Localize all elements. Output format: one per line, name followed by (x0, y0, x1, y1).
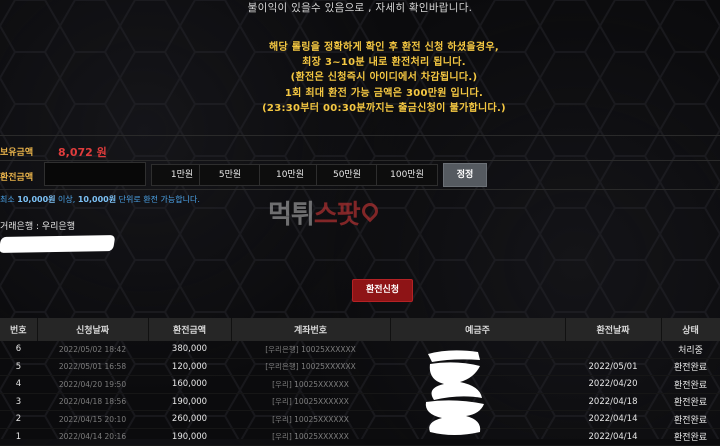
amount-100k-button[interactable]: 10만원 (259, 164, 321, 186)
hint-minimum: 10,000원 (17, 195, 56, 204)
row-amount: 190,000 (148, 393, 231, 411)
row-no: 2 (0, 410, 37, 429)
divider (0, 189, 720, 190)
balance-label: 보유금액 (0, 148, 34, 158)
row-status: 환전완료 (661, 410, 720, 429)
amount-50k-button[interactable]: 5만원 (199, 164, 261, 186)
minimum-hint: 최소 10,000원 이상, 10,000원 단위로 환전 가능합니다. (0, 194, 200, 205)
redaction-mask (0, 235, 116, 253)
row-processed-date: 2022/04/14 (565, 428, 661, 446)
table-row: 6 2022/05/02 18:42 380,000 [우리은행] 10025X… (0, 341, 720, 359)
row-account: [우리] 10025XXXXXX (231, 393, 390, 411)
table-row: 2 2022/04/15 20:10 260,000 [우리] 10025XXX… (0, 410, 720, 429)
col-account: 계좌번호 (231, 318, 391, 341)
hint-suffix: 단위로 환전 가능합니다. (116, 195, 200, 204)
row-account: [우리] 10025XXXXXX (231, 428, 390, 446)
row-date: 2022/05/01 16:58 (37, 358, 148, 376)
notice-line: (환전은 신청즉시 아이디에서 차감됩니다.) (290, 72, 478, 84)
notice-top-line: 불이익이 있을수 있음으로 , 자세히 확인바랍니다. (247, 2, 473, 14)
withdraw-amount-input[interactable] (44, 162, 146, 186)
row-no: 1 (0, 428, 37, 446)
watermark-part1: 먹튀 (268, 200, 315, 230)
table-row: 1 2022/04/14 20:16 190,000 [우리] 10025XXX… (0, 428, 720, 446)
notice-line: 해당 롤링을 정확하게 확인 후 환전 신청 하셨을경우, (268, 42, 500, 53)
amount-1m-button[interactable]: 100만원 (376, 164, 438, 186)
row-date: 2022/04/18 18:56 (37, 393, 148, 411)
row-processed-date: 2022/04/18 (565, 393, 661, 411)
watermark-logo: 먹튀스팟 (268, 194, 382, 231)
row-account: [우리은행] 10025XXXXXX (231, 341, 390, 359)
redaction-scribble (425, 350, 484, 435)
table-row: 5 2022/05/01 16:58 120,000 [우리은행] 10025X… (0, 358, 720, 376)
row-amount: 260,000 (148, 410, 231, 429)
hint-middle: 이상, (55, 195, 78, 204)
row-amount: 380,000 (148, 341, 231, 359)
watermark-part2: 스팟 (313, 200, 361, 230)
row-no: 4 (0, 375, 37, 394)
row-no: 6 (0, 341, 37, 359)
withdraw-history-table: 번호 신청날짜 환전금액 계좌번호 예금주 환전날짜 상태 6 2022/05/… (0, 318, 720, 446)
row-processed-date (565, 341, 661, 359)
amount-500k-button[interactable]: 50만원 (316, 164, 378, 186)
reset-button[interactable]: 정정 (443, 163, 487, 187)
row-date: 2022/04/15 20:10 (37, 410, 148, 429)
table-header-row: 번호 신청날짜 환전금액 계좌번호 예금주 환전날짜 상태 (0, 318, 720, 341)
row-amount: 120,000 (148, 358, 231, 376)
row-date: 2022/05/02 18:42 (37, 341, 148, 359)
col-holder: 예금주 (390, 318, 566, 341)
row-processed-date: 2022/05/01 (565, 358, 661, 376)
row-account: [우리] 10025XXXXXX (231, 410, 390, 429)
row-processed-date: 2022/04/20 (565, 375, 661, 394)
col-amount: 환전금액 (148, 318, 232, 341)
row-status: 환전완료 (661, 393, 720, 411)
notice-line: (23:30부터 00:30분까지는 출금신청이 불가합니다.) (262, 102, 506, 114)
row-amount: 160,000 (148, 375, 231, 394)
divider (0, 160, 720, 161)
row-status: 처리중 (661, 341, 720, 359)
row-status: 환전완료 (661, 358, 720, 376)
hint-unit: 10,000원 (77, 195, 117, 204)
table-row: 4 2022/04/20 19:50 160,000 [우리] 10025XXX… (0, 375, 720, 394)
map-pin-icon (358, 199, 382, 223)
hint-prefix: 최소 (0, 195, 18, 204)
notice-block: 해당 롤링을 정확하게 확인 후 환전 신청 하셨을경우, 최장 3~10분 내… (0, 40, 720, 116)
row-no: 3 (0, 393, 37, 411)
row-date: 2022/04/14 20:16 (37, 428, 148, 446)
col-processed-date: 환전날짜 (565, 318, 662, 341)
row-date: 2022/04/20 19:50 (37, 375, 148, 394)
row-no: 5 (0, 358, 37, 376)
row-account: [우리] 10025XXXXXX (231, 375, 390, 394)
bank-info: 거래은행 : 우리은행 (0, 222, 75, 232)
row-account: [우리은행] 10025XXXXXX (231, 358, 390, 376)
col-status: 상태 (661, 318, 720, 341)
row-processed-date: 2022/04/14 (565, 410, 661, 429)
col-request-date: 신청날짜 (37, 318, 149, 341)
row-status: 환전완료 (661, 375, 720, 394)
table-row: 3 2022/04/18 18:56 190,000 [우리] 10025XXX… (0, 393, 720, 411)
divider (0, 135, 720, 136)
withdraw-submit-button[interactable]: 환전신청 (352, 279, 413, 302)
balance-value: 8,072 원 (58, 146, 107, 159)
col-no: 번호 (0, 318, 38, 341)
row-status: 환전완료 (661, 428, 720, 446)
notice-line: 1회 최대 환전 가능 금액은 300만원 입니다. (284, 87, 484, 99)
row-amount: 190,000 (148, 428, 231, 446)
withdraw-label: 환전금액 (0, 173, 34, 183)
notice-line: 최장 3~10분 내로 환전처리 됩니다. (302, 57, 466, 69)
